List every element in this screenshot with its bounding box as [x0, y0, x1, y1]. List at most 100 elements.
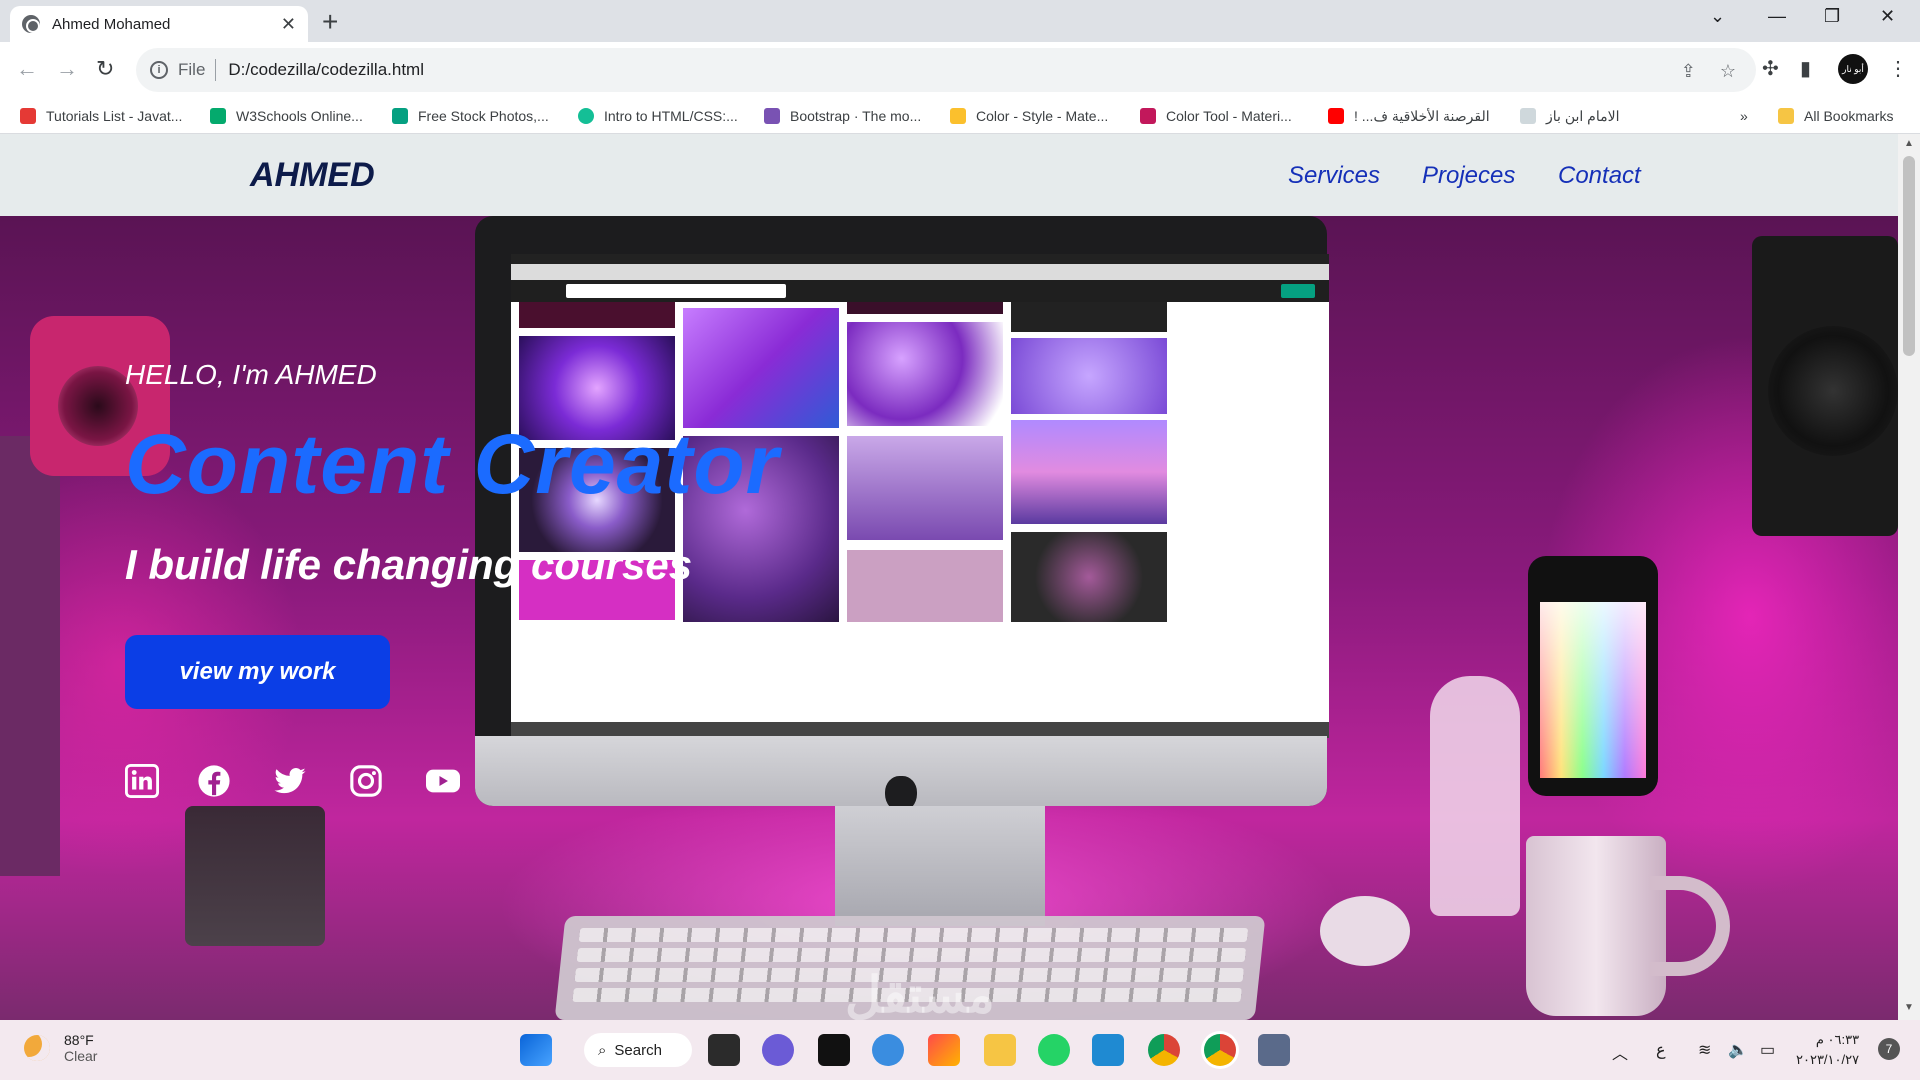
forward-button[interactable]: → [56, 56, 78, 82]
screen-upload [1281, 284, 1315, 298]
wifi-icon[interactable]: ≋ [1698, 1040, 1711, 1060]
screen-photo [683, 308, 839, 428]
ibnbaz-icon [1520, 108, 1536, 124]
edge-icon[interactable] [872, 1034, 904, 1066]
linkedin-icon[interactable] [125, 764, 159, 798]
monitor-stand [835, 806, 1045, 926]
close-window-button[interactable]: ✕ [1880, 6, 1895, 27]
screen-photo [519, 302, 675, 328]
tab-close-icon[interactable]: ✕ [281, 14, 296, 35]
page-scrollbar[interactable]: ▲ ▼ [1898, 134, 1920, 1020]
teams-chat-icon[interactable] [762, 1034, 794, 1066]
minimize-button[interactable]: — [1768, 6, 1786, 27]
nav-projects[interactable]: Projeces [1422, 162, 1515, 190]
chrome-active-icon[interactable] [1204, 1034, 1236, 1066]
material-icon [950, 108, 966, 124]
bookmark-item[interactable]: الامام ابن باز [1520, 104, 1619, 128]
screen-addressbar [511, 264, 1329, 280]
youtube-icon [1328, 108, 1344, 124]
battery-icon[interactable]: ▭ [1760, 1040, 1775, 1060]
app-icon[interactable] [928, 1034, 960, 1066]
tab-strip: Ahmed Mohamed ✕ + ⌄ — ❐ ✕ [0, 0, 1920, 42]
bookmark-item[interactable]: Bootstrap · The mo... [764, 104, 921, 128]
share-icon[interactable]: ⇪ [1681, 61, 1696, 82]
address-separator [215, 59, 217, 81]
keyboard-row [576, 948, 1247, 962]
screen-photo [1011, 420, 1167, 524]
new-tab-button[interactable]: + [322, 6, 338, 38]
screen-search [566, 284, 786, 298]
app-icon[interactable] [818, 1034, 850, 1066]
site-info-icon[interactable]: i [150, 61, 168, 79]
task-view-icon[interactable] [708, 1034, 740, 1066]
screen-photo [847, 322, 1003, 426]
bookmark-item[interactable]: Tutorials List - Javat... [20, 104, 182, 128]
address-url[interactable]: D:/codezilla/codezilla.html [228, 60, 424, 80]
tab-search-icon[interactable]: ⌄ [1710, 6, 1725, 27]
w3schools-icon [210, 108, 226, 124]
bookmark-item[interactable]: Color - Style - Mate... [950, 104, 1108, 128]
taskbar: 88°F Clear ⌕ Search ︿ ع ≋ 🔈 ▭ ٠٦:٣٣ م ٢٠… [0, 1020, 1920, 1080]
moon-icon [24, 1035, 50, 1061]
screen-photo [847, 550, 1003, 622]
view-my-work-button[interactable]: view my work [125, 635, 390, 709]
chrome-icon[interactable] [1148, 1034, 1180, 1066]
bookmark-star-icon[interactable]: ☆ [1720, 61, 1736, 82]
bookmark-item[interactable]: القرصنة الأخلاقية ف... ! [1328, 104, 1490, 128]
phone-display [1540, 602, 1646, 778]
maximize-button[interactable]: ❐ [1824, 6, 1840, 27]
side-panel-icon[interactable]: ▮ [1800, 56, 1811, 81]
tab-active[interactable]: Ahmed Mohamed ✕ [10, 6, 308, 42]
bookmarks-overflow-button[interactable]: » [1740, 104, 1748, 128]
address-bar[interactable]: i File D:/codezilla/codezilla.html ⇪ ☆ [136, 48, 1756, 92]
all-bookmarks-button[interactable]: All Bookmarks [1778, 104, 1893, 128]
start-windows-icon[interactable] [520, 1034, 552, 1066]
language-indicator[interactable]: ع [1656, 1040, 1666, 1060]
photo-app-icon[interactable] [1258, 1034, 1290, 1066]
vscode-icon[interactable] [1092, 1034, 1124, 1066]
scroll-down-icon[interactable]: ▼ [1904, 1002, 1914, 1013]
hero-subline: I build life changing courses [125, 541, 693, 588]
bookmark-item[interactable]: Color Tool - Materi... [1140, 104, 1292, 128]
reload-button[interactable]: ↻ [96, 56, 114, 82]
tray-overflow-icon[interactable]: ︿ [1612, 1040, 1628, 1064]
facebook-icon[interactable] [197, 764, 231, 798]
bookmark-item[interactable]: Intro to HTML/CSS:... [578, 104, 738, 128]
material-color-tool-icon [1140, 108, 1156, 124]
volume-icon[interactable]: 🔈 [1728, 1040, 1748, 1060]
twitter-icon[interactable] [273, 764, 307, 798]
bookmark-item[interactable]: Free Stock Photos,... [392, 104, 549, 128]
file-explorer-icon[interactable] [984, 1034, 1016, 1066]
javatpoint-icon [20, 108, 36, 124]
hero-bg-mug [1526, 836, 1666, 1016]
address-protocol: File [178, 60, 206, 79]
site-logo[interactable]: AHMED [250, 156, 375, 195]
search-icon: ⌕ [598, 1041, 607, 1059]
hero-bg-mouse [1320, 896, 1410, 966]
bootstrap-icon [764, 108, 780, 124]
instagram-icon[interactable] [349, 764, 383, 798]
watermark: مستقل [845, 967, 995, 1020]
khan-academy-icon [578, 108, 594, 124]
screen-photo [847, 302, 1003, 314]
back-button[interactable]: ← [16, 56, 38, 82]
scrollbar-thumb[interactable] [1903, 156, 1915, 356]
extensions-icon[interactable]: ✣ [1762, 56, 1779, 81]
whatsapp-icon[interactable] [1038, 1034, 1070, 1066]
screen-photo [847, 436, 1003, 540]
hero-bg-phone [1528, 556, 1658, 796]
nav-contact[interactable]: Contact [1558, 162, 1641, 190]
clock[interactable]: ٠٦:٣٣ م ٢٠٢٣/١٠/٢٧ [1796, 1030, 1859, 1070]
folder-icon [1778, 108, 1794, 124]
screen-photo [1011, 302, 1167, 332]
menu-icon[interactable]: ⋮ [1888, 56, 1908, 81]
taskbar-search[interactable]: ⌕ Search [584, 1033, 692, 1067]
weather-widget[interactable]: 88°F Clear [24, 1032, 97, 1064]
youtube-icon[interactable] [424, 764, 462, 798]
bookmark-item[interactable]: W3Schools Online... [210, 104, 363, 128]
scroll-up-icon[interactable]: ▲ [1904, 138, 1914, 149]
nav-services[interactable]: Services [1288, 162, 1380, 190]
hero-section: HELLO, I'm AHMED Content Creator I build… [0, 216, 1898, 1020]
profile-avatar[interactable]: أبو نار [1838, 54, 1868, 84]
notification-badge[interactable]: 7 [1878, 1038, 1900, 1060]
